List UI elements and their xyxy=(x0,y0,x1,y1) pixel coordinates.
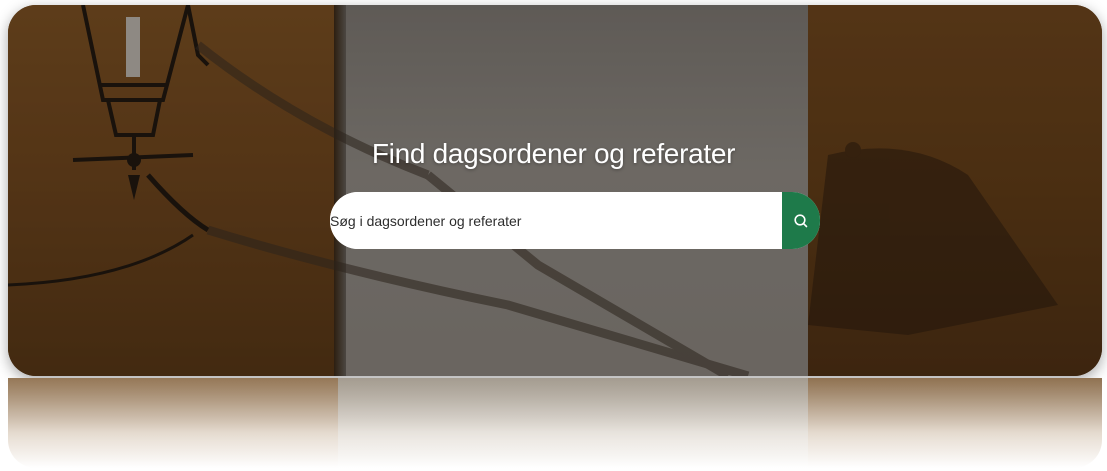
reflection-left xyxy=(8,378,338,468)
reflection-right xyxy=(808,378,1102,468)
hero-title: Find dagsordener og referater xyxy=(371,138,736,169)
page: Find dagsordener og referater xyxy=(0,0,1107,471)
search-input[interactable] xyxy=(330,192,782,249)
hero-dim-overlay xyxy=(8,5,1102,376)
search-bar xyxy=(330,192,820,249)
search-icon xyxy=(794,213,808,227)
hero-banner xyxy=(8,5,1102,376)
reflection-center xyxy=(338,378,808,468)
hero-reflection xyxy=(8,378,1102,468)
